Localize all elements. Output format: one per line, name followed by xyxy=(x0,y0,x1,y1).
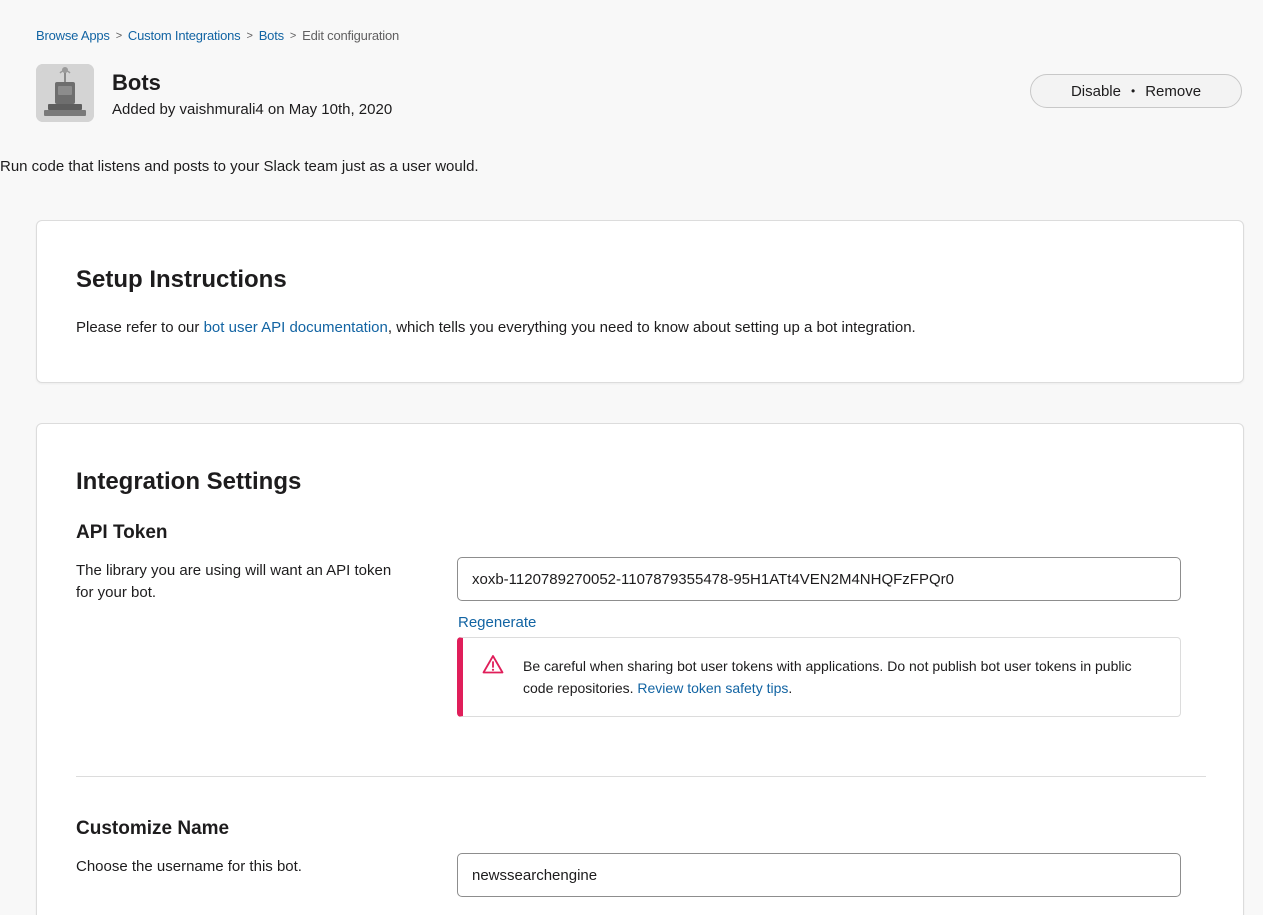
api-token-title: API Token xyxy=(76,522,168,543)
warning-triangle-icon xyxy=(482,655,504,674)
breadcrumb-separator: > xyxy=(115,29,122,42)
setup-instructions-card: Setup Instructions Please refer to our b… xyxy=(36,220,1244,383)
actions-pill: Disable • Remove xyxy=(1030,74,1242,108)
app-subtitle: Added by vaishmurali4 on May 10th, 2020 xyxy=(112,101,393,118)
warning-text: Be careful when sharing bot user tokens … xyxy=(523,655,1163,699)
api-token-description: The library you are using will want an A… xyxy=(76,562,392,601)
api-documentation-link[interactable]: bot user API documentation xyxy=(204,319,388,336)
warning-end: . xyxy=(788,680,793,696)
setup-heading: Setup Instructions xyxy=(76,266,287,293)
username-field[interactable] xyxy=(457,853,1181,897)
disable-button[interactable]: Disable xyxy=(1071,83,1121,100)
breadcrumb-bots[interactable]: Bots xyxy=(259,28,284,43)
breadcrumb-separator: > xyxy=(289,29,297,42)
api-token-field[interactable] xyxy=(457,557,1181,601)
customize-name-title: Customize Name xyxy=(76,818,230,839)
breadcrumb: Browse Apps > Custom Integrations > Bots… xyxy=(36,28,399,43)
breadcrumb-custom-integrations[interactable]: Custom Integrations xyxy=(128,28,241,43)
settings-heading: Integration Settings xyxy=(76,468,302,495)
token-warning: Be careful when sharing bot user tokens … xyxy=(457,637,1181,717)
setup-text-before: Please refer to our xyxy=(76,319,204,336)
setup-text-after: , which tells you everything you need to… xyxy=(387,319,916,336)
breadcrumb-current: Edit configuration xyxy=(302,28,400,43)
warning-message: Be careful when sharing bot user tokens … xyxy=(523,658,1132,696)
regenerate-link[interactable]: Regenerate xyxy=(458,614,536,631)
app-description: Run code that listens and posts to your … xyxy=(0,158,479,175)
customize-name-description: Choose the username for this bot. xyxy=(76,858,302,875)
section-divider xyxy=(76,776,1206,777)
breadcrumb-separator: > xyxy=(246,29,253,42)
token-safety-tips-link[interactable]: Review token safety tips xyxy=(637,680,788,696)
integration-settings-card: Integration Settings API Token The libra… xyxy=(36,423,1244,915)
remove-button[interactable]: Remove xyxy=(1145,83,1201,100)
setup-text: Please refer to our bot user API documen… xyxy=(76,319,916,336)
breadcrumb-browse-apps[interactable]: Browse Apps xyxy=(36,28,110,43)
actions-separator: • xyxy=(1130,84,1136,98)
app-title: Bots xyxy=(112,70,161,95)
robot-icon xyxy=(36,64,94,122)
page: Browse Apps > Custom Integrations > Bots… xyxy=(0,0,1263,915)
